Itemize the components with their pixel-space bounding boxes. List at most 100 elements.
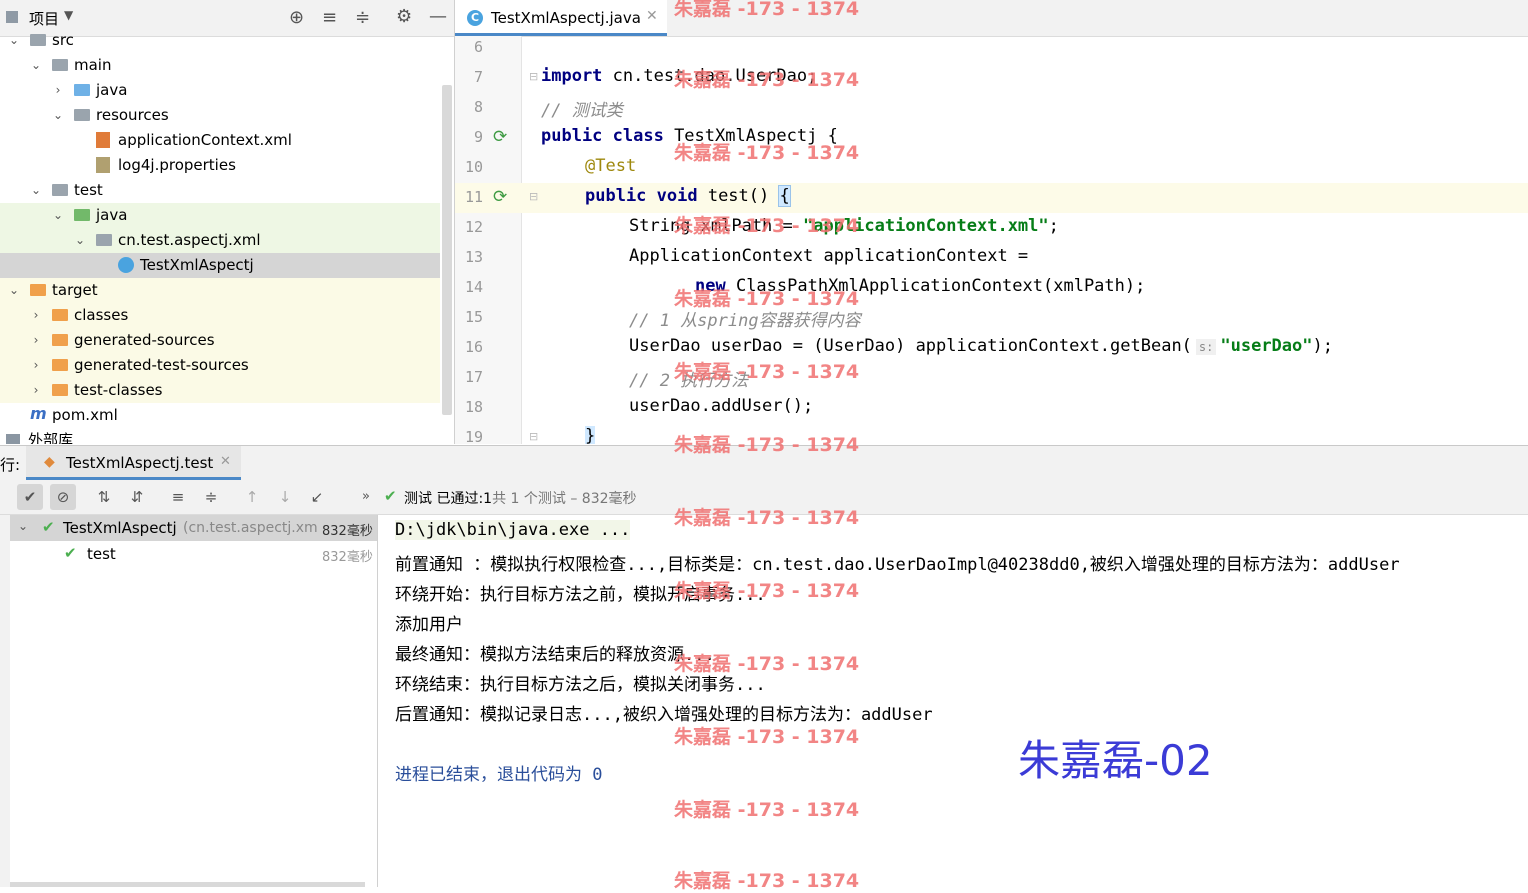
tree-item[interactable]: applicationContext.xml [0, 128, 440, 153]
tree-item[interactable]: ⌄ resources [0, 103, 440, 128]
chevron-right-icon[interactable]: › [30, 303, 42, 328]
project-panel: 项目 ▼ ⊕ ≡ ≑ ⚙ — ⌄ src ⌄ main › java ⌄ resources a… [0, 0, 455, 444]
code-line-13[interactable]: ApplicationContext applicationContext = [629, 246, 1028, 266]
horizontal-scrollbar[interactable] [10, 882, 365, 887]
project-scrollbar[interactable] [442, 85, 452, 415]
chevron-down-icon[interactable]: ⌄ [8, 28, 20, 53]
test-suite-package: (cn.test.aspectj.xm [183, 520, 318, 536]
tree-item[interactable]: ⌄ target [0, 278, 440, 303]
chevron-down-icon[interactable]: ⌄ [18, 519, 28, 533]
fold-icon[interactable]: ⊟ [529, 190, 538, 203]
watermark: 朱嘉磊 -173 - 1374 [674, 69, 860, 91]
fold-icon[interactable]: ⊟ [529, 70, 538, 83]
show-ignored-icon[interactable]: ⊘ [50, 484, 76, 510]
previous-failed-icon[interactable]: ↑ [239, 484, 265, 510]
chevron-down-icon[interactable]: ⌄ [52, 103, 64, 128]
show-passed-icon[interactable]: ✔ [17, 484, 43, 510]
folder-icon [96, 234, 112, 246]
watermark: 朱嘉磊 -173 - 1374 [674, 726, 860, 748]
sort-alpha-icon[interactable]: ⇅ [91, 484, 117, 510]
chevron-down-icon[interactable]: ⌄ [30, 53, 42, 78]
tree-item[interactable]: ⌄ main [0, 53, 440, 78]
next-failed-icon[interactable]: ↓ [272, 484, 298, 510]
tree-item[interactable]: log4j.properties [0, 153, 440, 178]
expand-all-icon[interactable]: ≡ [322, 7, 337, 28]
test-suite-row[interactable]: ⌄ ✔ TestXmlAspectj (cn.test.aspectj.xm 8… [10, 515, 377, 541]
line-number: 13 [464, 248, 483, 266]
test-suite-label: TestXmlAspectj [63, 519, 177, 537]
code-line-8[interactable]: // 测试类 [541, 96, 623, 121]
chevron-down-icon[interactable]: ⌄ [8, 278, 20, 303]
tree-item[interactable]: › java [0, 78, 440, 103]
chevron-down-icon[interactable]: ▼ [64, 8, 73, 22]
gear-icon[interactable]: ⚙ [396, 6, 412, 27]
chevron-right-icon[interactable]: › [30, 378, 42, 403]
editor-tab[interactable]: C TestXmlAspectj.java ✕ [455, 0, 667, 36]
folder-icon [30, 34, 46, 46]
watermark: 朱嘉磊 -173 - 1374 [674, 653, 860, 675]
line-number: 16 [464, 338, 483, 356]
code-line-16[interactable]: UserDao userDao = (UserDao) applicationC… [629, 336, 1333, 356]
run-gutter-icon[interactable]: ⟳ [493, 187, 507, 207]
chevron-down-icon[interactable]: ⌄ [30, 178, 42, 203]
tree-item[interactable]: › generated-sources [0, 328, 440, 353]
run-panel-prefix: 行: [0, 456, 21, 474]
editor-tab-label: TestXmlAspectj.java [491, 9, 641, 27]
run-tab-label: TestXmlAspectj.test [66, 454, 214, 472]
chevron-right-icon[interactable]: › [30, 328, 42, 353]
watermark: 朱嘉磊 -173 - 1374 [674, 507, 860, 529]
run-tab[interactable]: ◆ TestXmlAspectj.test ✕ [26, 446, 241, 480]
code-editor: C TestXmlAspectj.java ✕ 6 7 8 9 10 11 12 13 14 15… [455, 0, 1528, 444]
tree-item-label: 外部库 [28, 431, 74, 444]
test-case-row[interactable]: ✔ test 832毫秒 [10, 541, 377, 567]
fold-icon[interactable]: ⊟ [529, 430, 538, 443]
code-line-18[interactable]: userDao.addUser(); [629, 396, 813, 416]
chevron-right-icon[interactable]: › [52, 78, 64, 103]
tree-item-label: log4j.properties [118, 156, 236, 174]
tree-item[interactable]: ⌄ test [0, 178, 440, 203]
passed-check-icon: ✔ [42, 518, 55, 536]
code-line-10[interactable]: @Test [585, 156, 636, 176]
tree-item-label: test-classes [74, 381, 163, 399]
tree-item-label: cn.test.aspectj.xml [118, 231, 261, 249]
code-line-11[interactable]: public void test() { [585, 185, 791, 207]
line-number: 14 [464, 278, 483, 296]
close-icon[interactable]: ✕ [220, 454, 231, 469]
tree-item[interactable]: › test-classes [0, 378, 440, 403]
locate-icon[interactable]: ⊕ [289, 7, 304, 28]
line-number: 6 [473, 38, 483, 56]
chevron-right-icon[interactable]: › [30, 353, 42, 378]
collapse-all-icon[interactable]: ≑ [198, 484, 224, 510]
tree-item[interactable]: TestXmlAspectj [0, 253, 440, 278]
tree-item[interactable]: ⌄ src [0, 28, 440, 53]
maven-icon: m [30, 404, 47, 423]
console-line: 添加用户 [395, 615, 463, 635]
tree-item[interactable]: 外部库 [0, 428, 440, 444]
more-icon[interactable]: » [353, 484, 379, 510]
console-line: D:\jdk\bin\java.exe ... [395, 520, 631, 540]
test-run-icon: ◆ [44, 454, 55, 470]
expand-all-icon[interactable]: ≡ [165, 484, 191, 510]
minimize-icon[interactable]: — [429, 6, 447, 27]
project-panel-title[interactable]: 项目 [29, 8, 59, 29]
tree-item[interactable]: › generated-test-sources [0, 353, 440, 378]
console-output[interactable]: D:\jdk\bin\java.exe ... 前置通知 ：模拟执行权限检查..… [378, 515, 1528, 887]
folder-icon [74, 84, 90, 96]
tree-item[interactable]: › classes [0, 303, 440, 328]
watermark: 朱嘉磊 -173 - 1374 [674, 580, 860, 602]
chevron-down-icon[interactable]: ⌄ [74, 228, 86, 253]
folder-icon [52, 309, 68, 321]
project-icon [6, 11, 18, 23]
sort-duration-icon[interactable]: ⇵ [124, 484, 150, 510]
chevron-down-icon[interactable]: ⌄ [52, 203, 64, 228]
run-gutter-icon[interactable]: ⟳ [493, 127, 507, 147]
collapse-all-icon[interactable]: ≑ [355, 7, 370, 28]
tree-item[interactable]: m pom.xml [0, 403, 440, 428]
tree-item[interactable]: ⌄ java [0, 203, 440, 228]
import-results-icon[interactable]: ↙ [304, 484, 330, 510]
watermark: 朱嘉磊 -173 - 1374 [674, 799, 860, 821]
folder-icon [30, 284, 46, 296]
code-line-19[interactable]: } [585, 426, 596, 444]
close-icon[interactable]: ✕ [646, 8, 658, 24]
tree-item[interactable]: ⌄ cn.test.aspectj.xml [0, 228, 440, 253]
